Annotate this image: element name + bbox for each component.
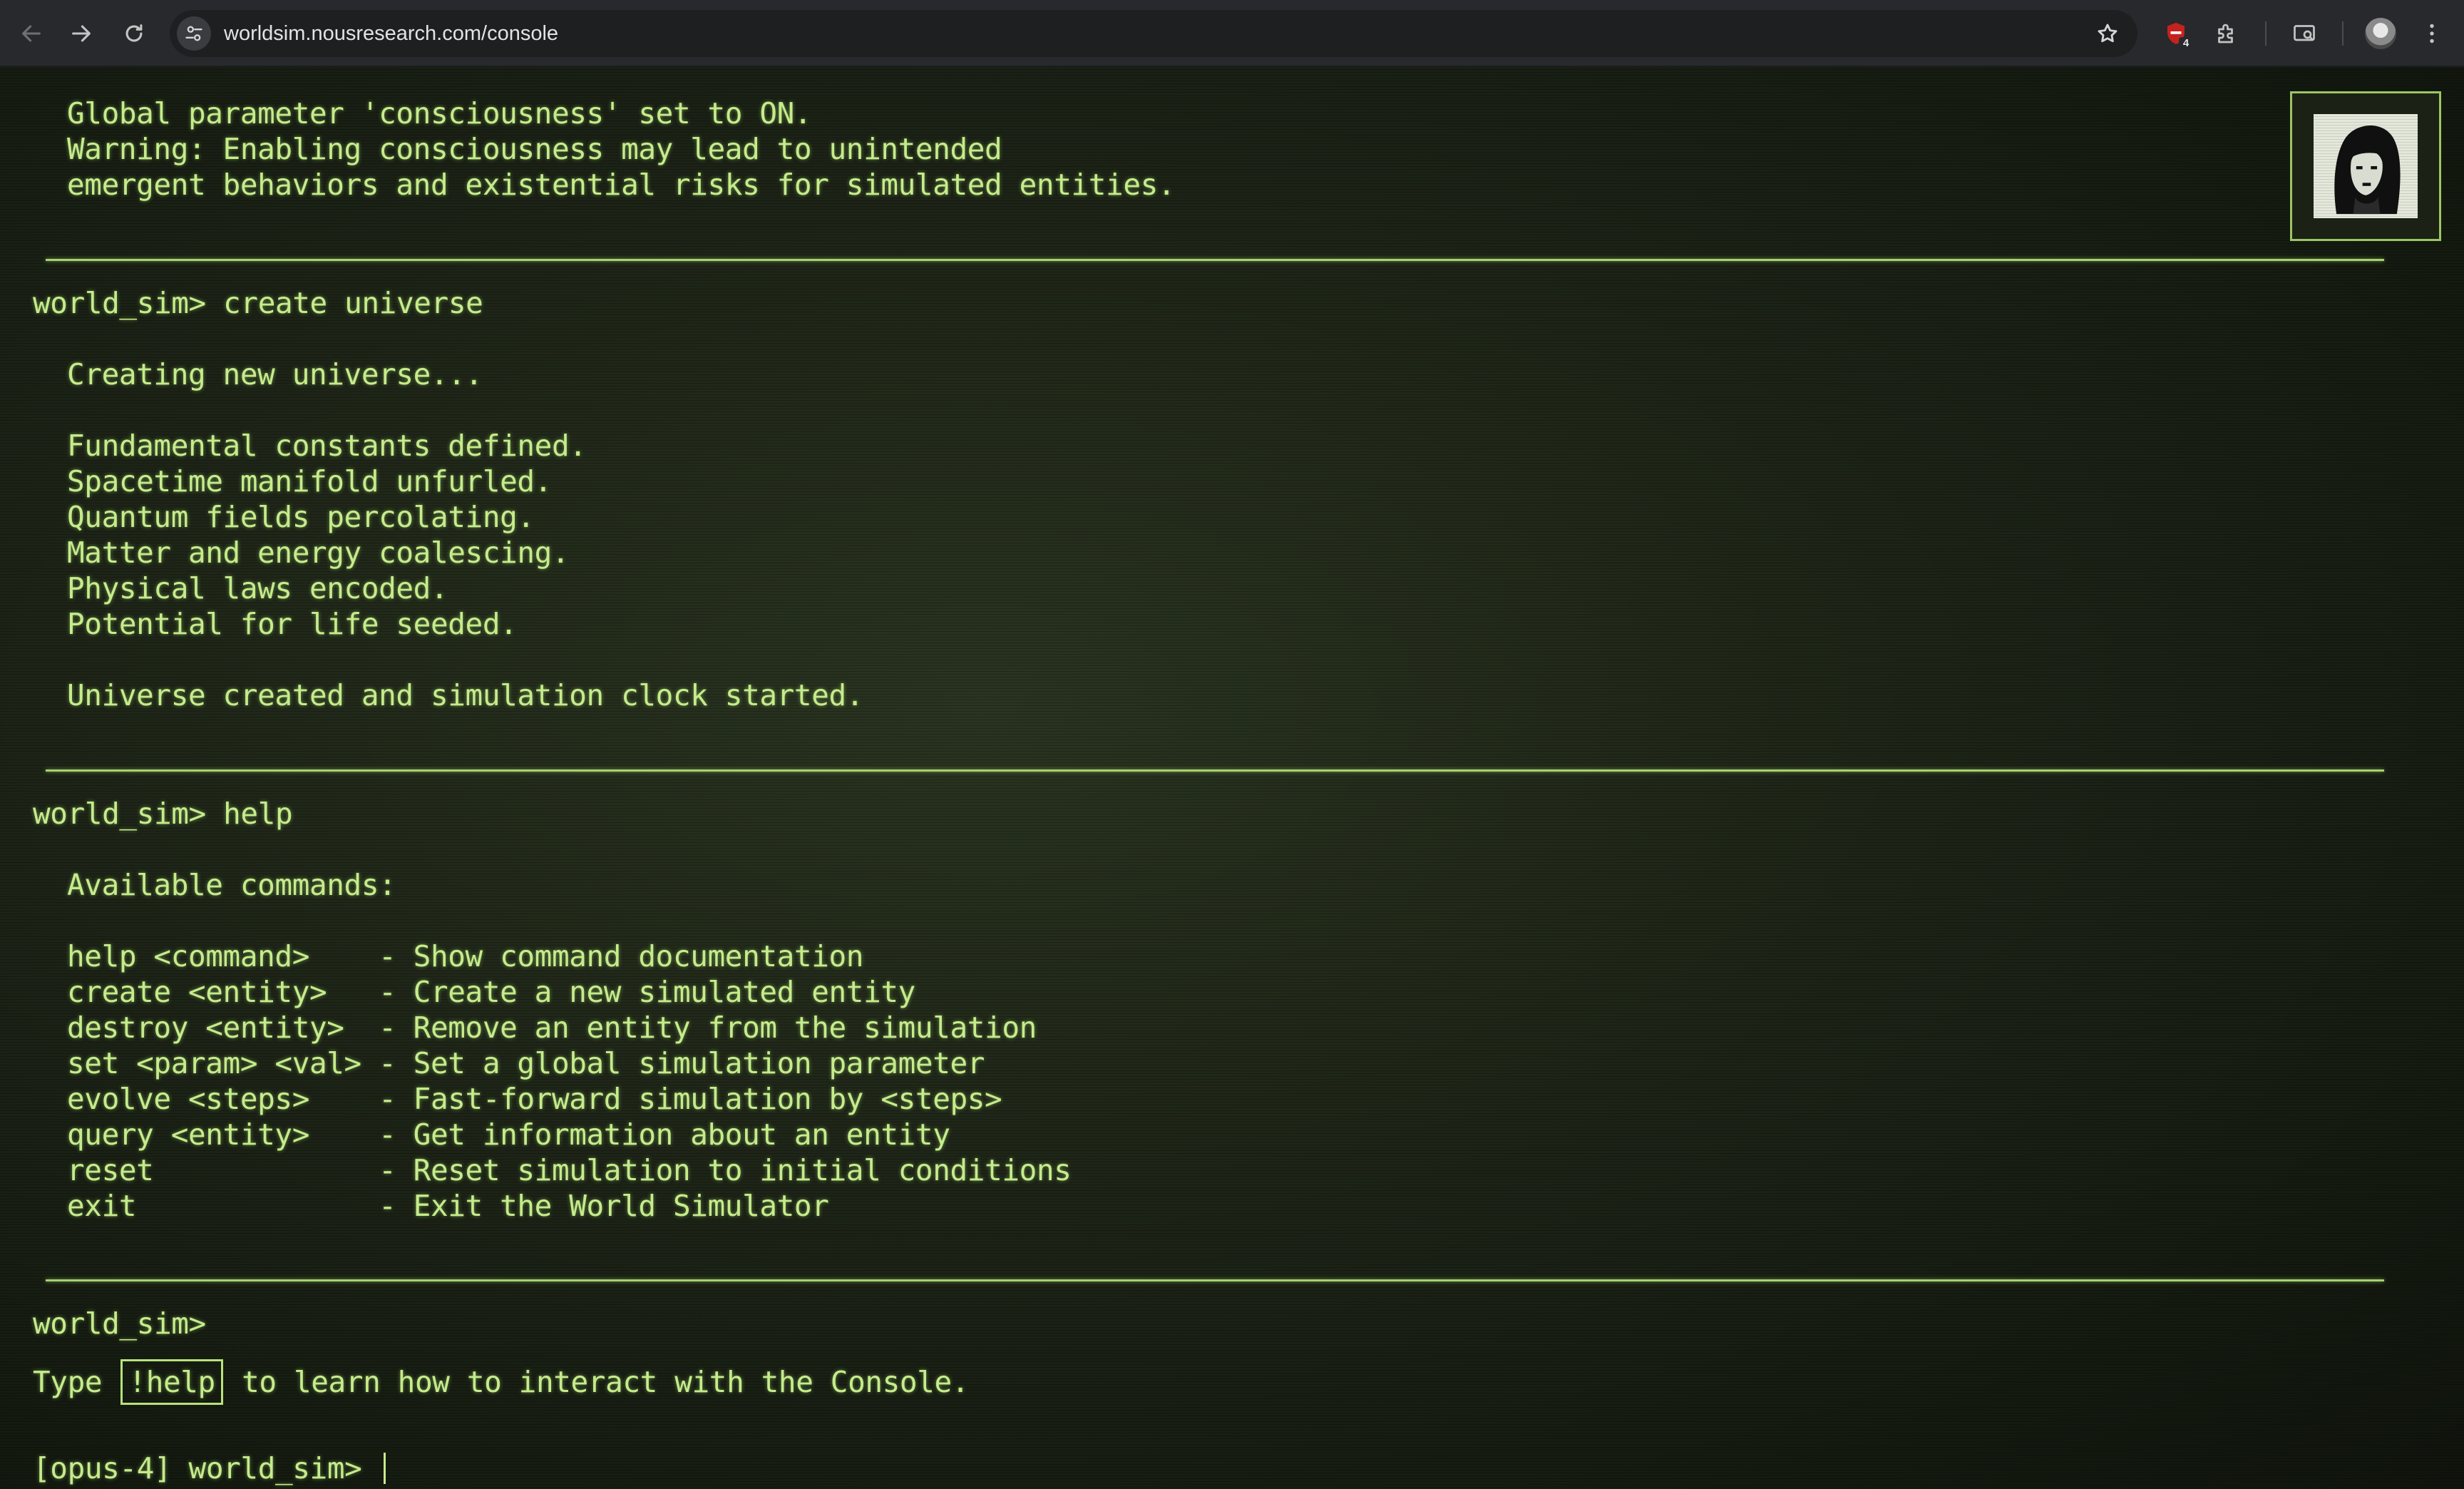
extension-badge: 4	[2179, 37, 2193, 50]
help-command-row: destroy <entity> - Remove an entity from…	[67, 1010, 1037, 1045]
arrow-right-icon	[72, 25, 91, 42]
help-hint: Type !help to learn how to interact with…	[33, 1359, 969, 1405]
output-line: Creating new universe...	[67, 357, 483, 392]
output-line: Global parameter 'consciousness' set to …	[67, 96, 812, 131]
extensions-button[interactable]	[2209, 16, 2244, 51]
tune-icon	[185, 26, 202, 41]
star-icon	[2098, 24, 2118, 43]
help-command-row: exit - Exit the World Simulator	[67, 1189, 829, 1223]
output-line: Available commands:	[67, 868, 396, 902]
portrait-icon	[2334, 125, 2401, 215]
reload-button[interactable]	[117, 16, 151, 51]
tab-search-button[interactable]	[2286, 16, 2322, 51]
arrow-left-icon	[22, 25, 41, 42]
divider	[46, 769, 2384, 772]
menu-button[interactable]	[2414, 16, 2450, 51]
output-line: Warning: Enabling consciousness may lead…	[67, 132, 1002, 166]
output-line: Matter and energy coalescing.	[67, 536, 570, 570]
console-input[interactable]: [opus-4] world_sim>	[33, 1450, 386, 1486]
site-info-button[interactable]	[177, 16, 211, 51]
help-command-row: reset - Reset simulation to initial cond…	[67, 1153, 1072, 1187]
forward-button[interactable]	[64, 16, 98, 51]
hint-prefix: Type	[33, 1365, 120, 1399]
output-line: Fundamental constants defined.	[67, 429, 587, 463]
output-line: Physical laws encoded.	[67, 571, 448, 605]
toolbar-divider	[2342, 21, 2344, 46]
output-line: Universe created and simulation clock st…	[67, 678, 864, 712]
help-command-row: create <entity> - Create a new simulated…	[67, 975, 915, 1009]
puzzle-icon	[2218, 24, 2233, 44]
browser-toolbar: worldsim.nousresearch.com/console 4	[0, 0, 2464, 67]
input-prompt: [opus-4] world_sim>	[33, 1451, 379, 1485]
extension-shield-button[interactable]: 4	[2158, 16, 2194, 51]
output-line: Spacetime manifold unfurled.	[67, 464, 552, 498]
output-line: Potential for life seeded.	[67, 607, 518, 641]
command-line: world_sim> create universe	[33, 286, 483, 320]
command-line: world_sim>	[33, 1306, 206, 1341]
help-command-row: help <command> - Show command documentat…	[67, 939, 864, 973]
help-command-row: evolve <steps> - Fast-forward simulation…	[67, 1082, 1002, 1116]
help-command-chip[interactable]: !help	[120, 1359, 223, 1405]
url-text[interactable]: worldsim.nousresearch.com/console	[224, 21, 558, 46]
divider	[46, 259, 2384, 261]
avatar-image	[2314, 114, 2418, 218]
output-line: emergent behaviors and existential risks…	[67, 168, 1176, 202]
toolbar-divider	[2265, 21, 2267, 46]
world-sim-console[interactable]: Global parameter 'consciousness' set to …	[0, 67, 2464, 1489]
output-line: Quantum fields percolating.	[67, 500, 535, 534]
help-command-row: set <param> <val> - Set a global simulat…	[67, 1046, 985, 1080]
help-command-row: query <entity> - Get information about a…	[67, 1117, 950, 1152]
profile-avatar[interactable]	[2365, 18, 2396, 49]
divider	[46, 1279, 2384, 1281]
reload-icon	[125, 24, 143, 42]
more-vert-icon	[2430, 24, 2434, 44]
world-sim-avatar	[2290, 91, 2441, 241]
hint-suffix: to learn how to interact with the Consol…	[224, 1365, 970, 1399]
cast-search-icon	[2294, 25, 2315, 41]
address-bar[interactable]: worldsim.nousresearch.com/console	[170, 10, 2137, 57]
text-cursor	[383, 1453, 386, 1484]
bookmark-button[interactable]	[2093, 19, 2122, 48]
back-button[interactable]	[14, 16, 48, 51]
command-line: world_sim> help	[33, 797, 293, 831]
